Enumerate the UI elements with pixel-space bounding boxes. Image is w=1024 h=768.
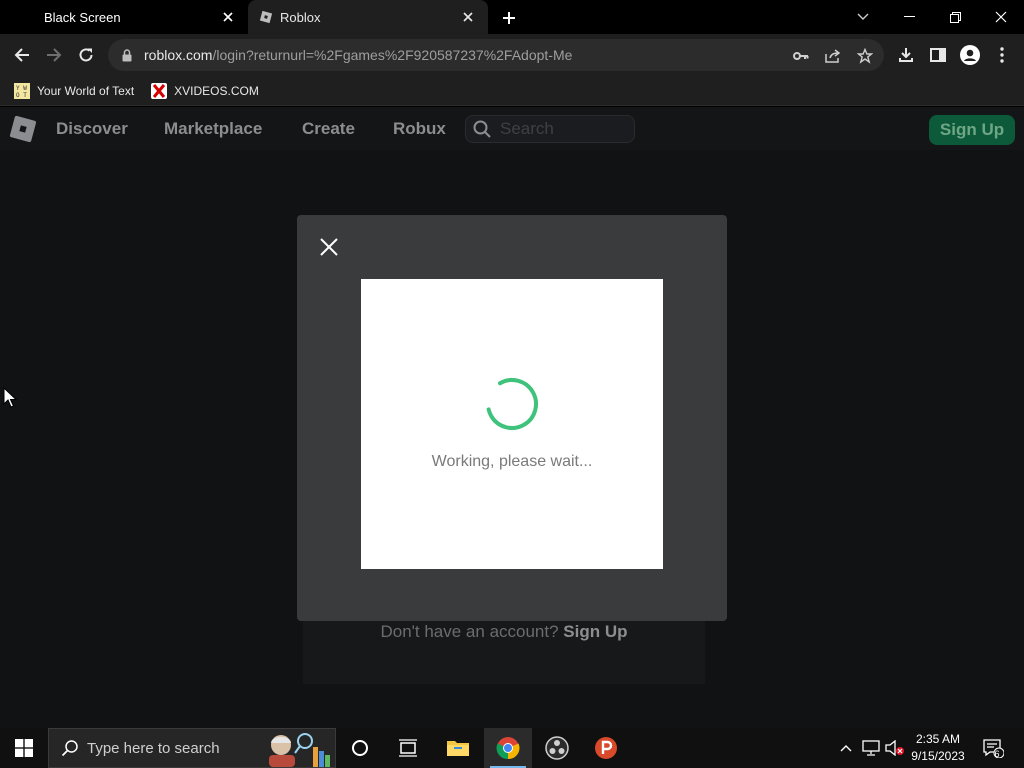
cortana-icon[interactable] xyxy=(336,728,384,768)
clock-time: 2:35 AM xyxy=(915,732,961,746)
taskbar-search-box[interactable]: Type here to search xyxy=(48,728,336,768)
windows-start-icon[interactable] xyxy=(0,728,48,768)
search-icon xyxy=(472,119,492,139)
reload-icon[interactable] xyxy=(74,44,98,66)
network-icon[interactable] xyxy=(860,728,882,768)
psiphon-icon[interactable] xyxy=(582,728,630,768)
profile-avatar-icon[interactable] xyxy=(958,44,982,66)
close-icon[interactable] xyxy=(317,235,341,259)
roblox-page: Discover Marketplace Create Robux Sign U… xyxy=(0,107,1024,728)
nav-robux[interactable]: Robux xyxy=(393,119,446,139)
roblox-logo-icon[interactable] xyxy=(9,115,37,143)
side-panel-icon[interactable] xyxy=(926,44,950,66)
chrome-icon[interactable] xyxy=(484,728,532,768)
xvideos-icon xyxy=(151,82,168,99)
verification-modal: Working, please wait... xyxy=(297,215,727,621)
url-path: /login?returnurl=%2Fgames%2F920587237%2F… xyxy=(212,47,573,63)
svg-text:O T: O T xyxy=(16,92,27,99)
site-search-box[interactable] xyxy=(465,115,635,143)
bookmark-star-icon[interactable] xyxy=(856,47,874,65)
task-view-icon[interactable] xyxy=(384,728,432,768)
taskbar-search-placeholder: Type here to search xyxy=(87,739,220,757)
url-host: roblox.com xyxy=(144,47,213,63)
bookmark-xvideos[interactable]: XVIDEOS.COM xyxy=(151,82,259,99)
browser-toolbar: roblox.com/login?returnurl=%2Fgames%2F92… xyxy=(0,34,1024,76)
browser-tab-strip: Black Screen Roblox xyxy=(0,0,1024,34)
challenge-frame: Working, please wait... xyxy=(361,279,663,569)
key-icon[interactable] xyxy=(792,47,810,65)
browser-menu-icon[interactable] xyxy=(990,44,1014,66)
nav-discover[interactable]: Discover xyxy=(56,119,128,139)
url-text: roblox.com/login?returnurl=%2Fgames%2F92… xyxy=(144,47,572,63)
nav-marketplace[interactable]: Marketplace xyxy=(164,119,262,139)
roblox-navbar: Discover Marketplace Create Robux Sign U… xyxy=(0,107,1024,150)
clock-date: 9/15/2023 xyxy=(911,749,965,763)
bookmarks-bar: Y WO T Your World of Text XVIDEOS.COM xyxy=(0,76,1024,106)
working-status-text: Working, please wait... xyxy=(431,453,593,470)
nav-create[interactable]: Create xyxy=(302,119,355,139)
share-icon[interactable] xyxy=(824,47,842,65)
windows-taskbar: Type here to search 2:35 AM 9/15/2023 6 xyxy=(0,728,1024,768)
system-clock[interactable]: 2:35 AM 9/15/2023 xyxy=(906,731,970,765)
search-icon xyxy=(61,739,79,757)
mouse-cursor-icon xyxy=(3,387,17,408)
tab-title: Black Screen xyxy=(44,9,121,25)
tray-expand-chevron-up-icon[interactable] xyxy=(836,728,856,768)
svg-text:Y W: Y W xyxy=(16,85,27,92)
sign-up-button[interactable]: Sign Up xyxy=(929,115,1015,145)
no-account-prompt: Don't have an account? Sign Up xyxy=(303,622,705,642)
search-highlight-illustration-icon xyxy=(269,733,330,767)
address-bar[interactable]: roblox.com/login?returnurl=%2Fgames%2F92… xyxy=(108,39,884,71)
loading-spinner-icon xyxy=(486,378,538,430)
notification-center-icon[interactable]: 6 xyxy=(978,728,1008,768)
tab-title: Roblox xyxy=(280,9,321,25)
close-window-icon[interactable] xyxy=(988,4,1014,30)
no-account-text: Don't have an account? xyxy=(380,622,559,641)
close-tab-icon[interactable] xyxy=(460,9,476,25)
bookmark-label: XVIDEOS.COM xyxy=(174,83,259,98)
sign-up-link[interactable]: Sign Up xyxy=(563,622,627,641)
lock-icon[interactable] xyxy=(120,47,134,63)
back-arrow-icon[interactable] xyxy=(10,44,34,66)
notification-count-badge: 6 xyxy=(994,749,1000,759)
bookmark-your-world-of-text[interactable]: Y WO T Your World of Text xyxy=(14,82,135,99)
obs-studio-icon[interactable] xyxy=(533,728,581,768)
download-icon[interactable] xyxy=(894,44,918,66)
tab-roblox[interactable]: Roblox xyxy=(248,0,488,34)
minimize-icon[interactable] xyxy=(896,4,922,30)
search-input[interactable] xyxy=(500,119,620,139)
volume-muted-icon[interactable] xyxy=(884,728,906,768)
bookmark-label: Your World of Text xyxy=(37,83,135,98)
new-tab-icon[interactable] xyxy=(498,7,520,29)
roblox-favicon-icon xyxy=(258,9,274,25)
tab-black-screen[interactable]: Black Screen xyxy=(32,0,248,34)
forward-arrow-icon[interactable] xyxy=(42,44,66,66)
restore-icon[interactable] xyxy=(942,4,968,30)
close-tab-icon[interactable] xyxy=(220,9,236,25)
file-explorer-icon[interactable] xyxy=(434,728,482,768)
yourworldoftext-icon: Y WO T xyxy=(14,82,30,99)
tab-search-chevron-down-icon[interactable] xyxy=(850,4,876,30)
